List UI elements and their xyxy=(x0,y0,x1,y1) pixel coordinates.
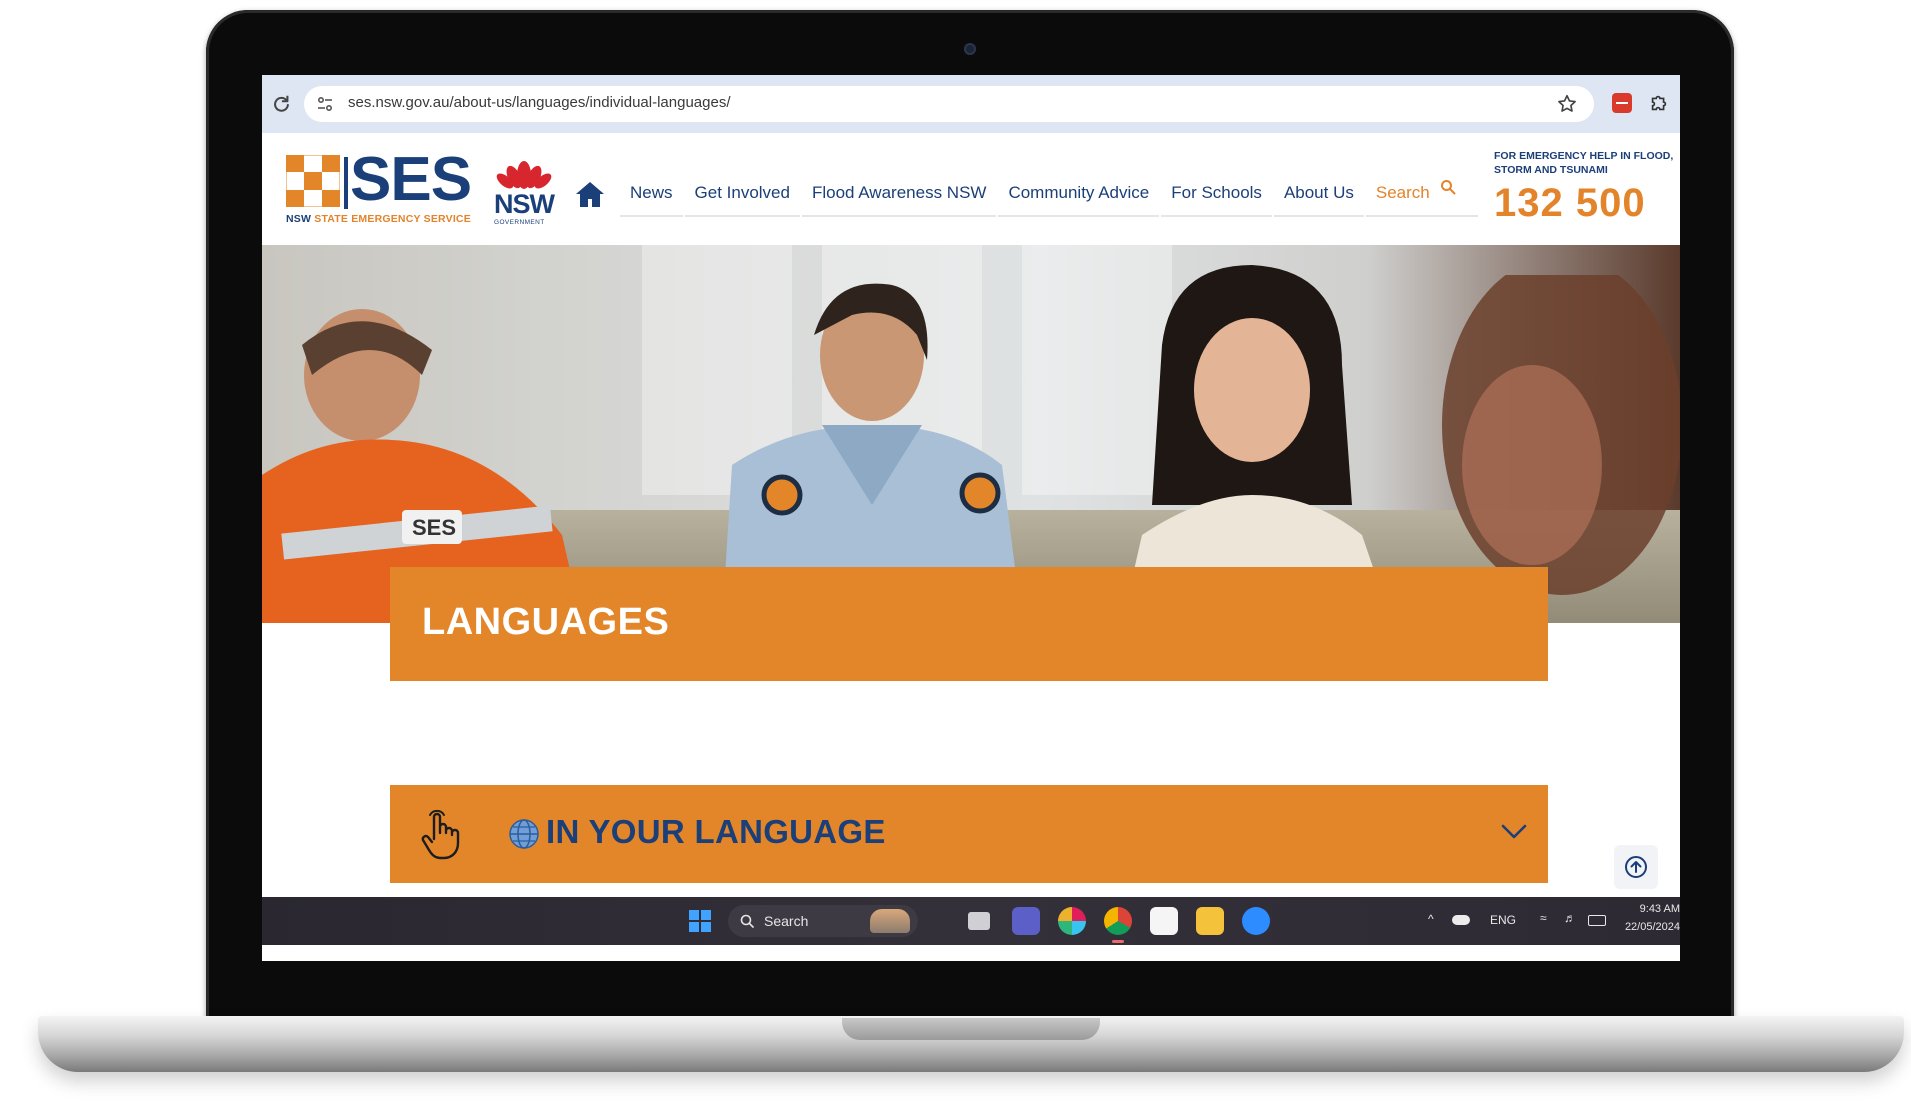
battery-icon[interactable] xyxy=(1588,915,1606,926)
nsw-logo-subtext: GOVERNMENT xyxy=(494,219,545,226)
hero-vest-text: SES xyxy=(412,515,456,540)
taskbar: Search ^ ENG ≈ ♬ 9:43 AM 22/05/2024 xyxy=(262,897,1680,945)
hand-pointer-icon xyxy=(421,809,460,860)
search-highlight-icon xyxy=(870,909,910,933)
browser-toolbar: ses.nsw.gov.au/about-us/languages/indivi… xyxy=(262,75,1680,134)
ses-logo-divider xyxy=(344,157,348,209)
nav-flood-awareness[interactable]: Flood Awareness NSW xyxy=(801,177,997,217)
taskbar-search[interactable]: Search xyxy=(728,905,918,937)
reload-icon[interactable] xyxy=(270,93,292,115)
ses-chequered-flag-icon xyxy=(286,155,340,207)
site-info-icon[interactable] xyxy=(316,95,334,113)
extension-icon[interactable] xyxy=(1612,93,1632,113)
tray-language[interactable]: ENG xyxy=(1490,913,1516,927)
nav-get-involved[interactable]: Get Involved xyxy=(684,177,800,217)
microsoft-store-icon[interactable] xyxy=(1150,907,1178,935)
nsw-logo-text: NSW xyxy=(494,189,555,219)
globe-icon xyxy=(509,819,539,849)
taskbar-search-label: Search xyxy=(764,913,809,929)
nsw-government-logo[interactable]: NSW GOVERNMENT xyxy=(492,153,556,229)
nav-search[interactable]: Search xyxy=(1365,177,1478,217)
puzzle-icon[interactable] xyxy=(1648,92,1670,114)
nav-community-advice[interactable]: Community Advice xyxy=(998,177,1160,217)
address-bar[interactable]: ses.nsw.gov.au/about-us/languages/indivi… xyxy=(304,86,1594,122)
camera xyxy=(964,43,976,55)
back-to-top-button[interactable] xyxy=(1614,845,1658,889)
page-title: LANGUAGES xyxy=(422,601,670,643)
taskbar-time[interactable]: 9:43 AM xyxy=(1624,903,1680,915)
ses-logo[interactable]: SES NSW STATE EMERGENCY SERVICE xyxy=(286,147,476,229)
home-icon[interactable] xyxy=(574,179,606,209)
nav-for-schools[interactable]: For Schools xyxy=(1161,177,1272,217)
waratah-icon xyxy=(496,161,552,189)
task-view-icon[interactable] xyxy=(968,912,990,930)
wifi-icon[interactable]: ≈ xyxy=(1540,911,1547,925)
zoom-icon[interactable] xyxy=(1242,907,1270,935)
ses-tagline-text: STATE EMERGENCY SERVICE xyxy=(314,213,471,225)
star-icon[interactable] xyxy=(1556,93,1578,115)
emergency-phone-number[interactable]: 132 500 xyxy=(1494,181,1646,226)
ses-logo-tagline: NSW STATE EMERGENCY SERVICE xyxy=(286,213,471,225)
chevron-down-icon[interactable] xyxy=(1500,821,1528,841)
screen-bottom-strip xyxy=(262,945,1680,961)
tray-chevron-icon[interactable]: ^ xyxy=(1428,912,1434,926)
nav-about-us[interactable]: About Us xyxy=(1273,177,1364,217)
url-text[interactable]: ses.nsw.gov.au/about-us/languages/indivi… xyxy=(348,94,731,111)
ses-logo-text: SES xyxy=(350,145,472,214)
ses-tagline-prefix: NSW xyxy=(286,213,312,225)
page-title-banner: LANGUAGES xyxy=(390,567,1548,681)
chrome-icon[interactable] xyxy=(1104,907,1132,935)
chrome-active-indicator xyxy=(1112,940,1124,943)
windows-start-icon[interactable] xyxy=(688,909,712,933)
arrow-up-icon xyxy=(1625,856,1647,878)
nav-news[interactable]: News xyxy=(620,177,683,217)
search-icon[interactable] xyxy=(1440,179,1456,195)
main-nav: News Get Involved Flood Awareness NSW Co… xyxy=(620,177,1480,217)
onedrive-icon[interactable] xyxy=(1452,915,1470,925)
accordion-title[interactable]: IN YOUR LANGUAGE xyxy=(546,813,886,851)
teams-icon[interactable] xyxy=(1012,907,1040,935)
taskbar-date[interactable]: 22/05/2024 xyxy=(1618,921,1680,933)
taskbar-search-icon xyxy=(740,914,754,928)
laptop-notch xyxy=(842,1018,1100,1040)
emergency-label: FOR EMERGENCY HELP IN FLOOD, STORM AND T… xyxy=(1494,150,1674,176)
file-explorer-icon[interactable] xyxy=(1196,907,1224,935)
screen: ses.nsw.gov.au/about-us/languages/indivi… xyxy=(262,75,1680,961)
volume-icon[interactable]: ♬ xyxy=(1564,911,1576,925)
slack-icon[interactable] xyxy=(1058,907,1086,935)
in-your-language-accordion[interactable]: IN YOUR LANGUAGE xyxy=(390,785,1548,883)
